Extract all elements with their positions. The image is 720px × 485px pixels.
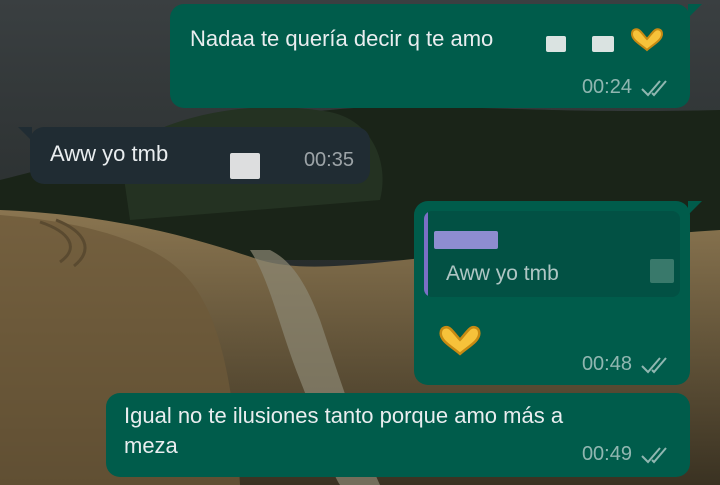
quoted-message[interactable]: Aww yo tmb [424, 211, 680, 297]
redaction-mark [650, 259, 674, 283]
message-bubble-incoming[interactable]: Aww yo tmb 00:35 [18, 127, 370, 184]
redaction-mark [230, 153, 260, 179]
message-time: 00:49 [581, 443, 632, 465]
quote-bar [424, 211, 428, 297]
heart-hands-emoji [630, 28, 664, 52]
message-bubble-outgoing[interactable]: Nadaa te quería decir q te amo 00:24 [170, 4, 702, 108]
message-time: 00:48 [581, 353, 632, 375]
double-check-icon [641, 79, 667, 96]
double-check-icon [641, 446, 667, 463]
message-bubble-outgoing[interactable]: Aww yo tmb 00:48 [414, 201, 702, 385]
message-text: Nadaa te quería decir q te amo [190, 26, 494, 51]
message-time: 00:24 [581, 76, 632, 98]
bubble-tail [688, 4, 702, 18]
message-bubble-outgoing[interactable]: Igual no te ilusiones tanto porque amo m… [106, 393, 690, 477]
heart-hands-emoji [439, 325, 481, 356]
message-meta: 00:35 [304, 149, 354, 172]
bubble-tail [688, 201, 702, 215]
redaction-mark [434, 231, 498, 249]
quoted-text: Aww yo tmb [446, 262, 559, 285]
message-meta: 00:48 [582, 353, 670, 376]
double-check-icon [641, 356, 667, 373]
message-meta: 00:49 [582, 443, 670, 466]
message-text: Aww yo tmb [50, 141, 169, 166]
bubble-tail [18, 127, 32, 141]
redaction-mark [592, 36, 614, 52]
message-time: 00:35 [303, 149, 354, 171]
redaction-mark [546, 36, 566, 52]
message-meta: 00:24 [582, 76, 670, 99]
